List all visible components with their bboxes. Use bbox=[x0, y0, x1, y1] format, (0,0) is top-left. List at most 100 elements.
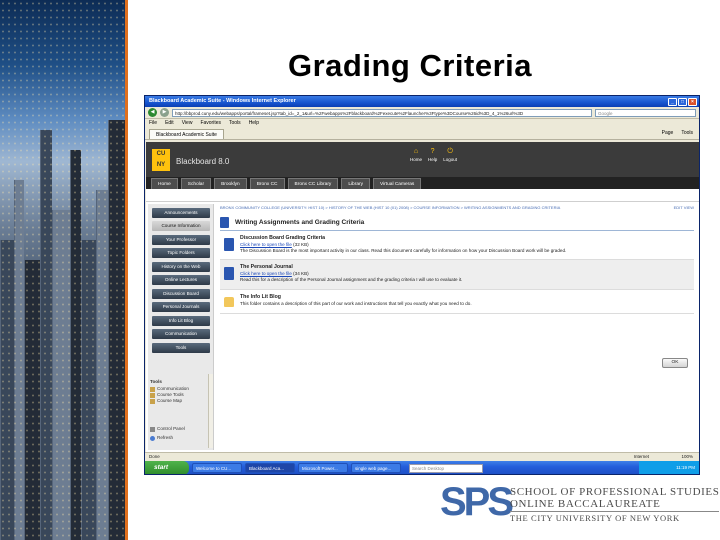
bb-logout-label: Logout bbox=[443, 157, 457, 162]
tools-panel-header: Tools bbox=[150, 379, 162, 384]
course-map-icon bbox=[150, 398, 155, 404]
control-panel-icon bbox=[150, 426, 155, 432]
bb-tab-virtual-cameras[interactable]: Virtual Cameras bbox=[373, 178, 422, 189]
status-zone: Internet bbox=[633, 454, 649, 459]
taskbar-item[interactable]: single web page... bbox=[351, 463, 401, 473]
taskbar-item[interactable]: Welcome to CU... bbox=[192, 463, 242, 473]
browser-status-bar: Done Internet 100% bbox=[145, 452, 699, 461]
back-icon[interactable]: ◀ bbox=[148, 108, 157, 117]
course-menu-personal-journals[interactable]: Personal Journals bbox=[152, 302, 210, 312]
course-menu-course-information[interactable]: Course Information bbox=[152, 221, 210, 231]
bb-tab-bar: Home Scholar Brooklyn Bronx CC Bronx CC … bbox=[146, 177, 699, 189]
url-input[interactable]: http://bbprod.cuny.edu/webapps/portal/fr… bbox=[172, 108, 592, 117]
menu-file[interactable]: File bbox=[149, 119, 157, 128]
content-item: Discussion Board Grading Criteria Click … bbox=[220, 231, 694, 261]
course-menu-your-professor[interactable]: Your Professor bbox=[152, 234, 210, 245]
menu-help[interactable]: Help bbox=[249, 119, 259, 128]
control-panel-links: Control Panel Refresh bbox=[150, 426, 210, 444]
maximize-button[interactable]: □ bbox=[678, 97, 687, 106]
bb-tab-bronx-cc-library[interactable]: Bronx CC Library bbox=[287, 178, 339, 189]
item-description: This folder contains a description of th… bbox=[240, 300, 472, 306]
content-area: BRONX COMMUNITY COLLEGE (UNIVERSITY: HIS… bbox=[220, 204, 694, 450]
bb-tab-home[interactable]: Home bbox=[151, 178, 178, 189]
forward-icon[interactable]: ▶ bbox=[160, 108, 169, 117]
slide: Grading Criteria Blackboard Academic Sui… bbox=[0, 0, 720, 540]
course-menu-communication[interactable]: Communication bbox=[152, 329, 210, 339]
menu-view[interactable]: View bbox=[182, 119, 193, 128]
file-icon bbox=[224, 267, 234, 281]
address-bar: ◀ ▶ http://bbprod.cuny.edu/webapps/porta… bbox=[145, 107, 699, 119]
file-icon bbox=[224, 238, 234, 251]
bb-top-links: ⌂ Home ? Help ⏻ Logout bbox=[410, 148, 457, 162]
browser-tab[interactable]: Blackboard Academic Suite bbox=[149, 128, 224, 139]
edit-view-link[interactable]: EDIT VIEW bbox=[674, 204, 694, 211]
menu-bar: File Edit View Favorites Tools Help bbox=[145, 119, 699, 128]
tools-menu-button[interactable]: Tools bbox=[681, 130, 693, 136]
course-menu-history-on-the-web[interactable]: History on the Web bbox=[152, 261, 210, 272]
taskbar-item[interactable]: Blackboard Aca... bbox=[245, 463, 295, 473]
university-name: THE CITY UNIVERSITY OF NEW YORK bbox=[510, 511, 720, 524]
bb-home-link[interactable]: ⌂ Home bbox=[410, 148, 422, 162]
breadcrumb-text[interactable]: BRONX COMMUNITY COLLEGE (UNIVERSITY: HIS… bbox=[220, 205, 560, 210]
system-tray: 11:19 PM bbox=[639, 461, 699, 474]
menu-tools[interactable]: Tools bbox=[229, 119, 241, 128]
bb-header: CU NY Blackboard 8.0 ⌂ Home ? Help ⏻ Log… bbox=[146, 142, 699, 177]
browser-search-input[interactable]: Google bbox=[595, 108, 696, 117]
sps-wordmark: SCHOOL OF PROFESSIONAL STUDIES ONLINE BA… bbox=[510, 486, 720, 524]
bb-logout-link[interactable]: ⏻ Logout bbox=[443, 148, 457, 162]
zoom-level[interactable]: 100% bbox=[681, 453, 693, 461]
content-item: The Personal Journal Click here to open … bbox=[220, 260, 694, 290]
ok-button[interactable]: OK bbox=[662, 358, 688, 368]
item-file-link[interactable]: Click here to open the file bbox=[240, 242, 292, 247]
bb-tab-library[interactable]: Library bbox=[341, 178, 370, 189]
bb-tab-scholar[interactable]: Scholar bbox=[180, 178, 212, 189]
item-file-link[interactable]: Click here to open the file bbox=[240, 271, 292, 276]
cuny-logo: CU NY bbox=[152, 149, 170, 171]
logout-icon: ⏻ bbox=[447, 148, 453, 155]
content-item[interactable]: The Info Lit Blog This folder contains a… bbox=[220, 290, 694, 314]
help-icon: ? bbox=[430, 148, 435, 155]
course-menu: Announcements Course Information Your Pr… bbox=[148, 204, 214, 450]
item-description: Read this for a description of the Perso… bbox=[240, 276, 463, 282]
minimize-button[interactable]: _ bbox=[668, 97, 677, 106]
course-menu-info-lit-blog[interactable]: Info Lit Blog bbox=[152, 315, 210, 326]
tools-panel-item[interactable]: Course Map bbox=[150, 398, 212, 404]
document-icon bbox=[220, 217, 229, 228]
control-panel-link[interactable]: Control Panel bbox=[150, 426, 210, 432]
communication-icon bbox=[150, 386, 155, 392]
school-name: SCHOOL OF PROFESSIONAL STUDIES bbox=[510, 486, 720, 498]
breadcrumb: BRONX COMMUNITY COLLEGE (UNIVERSITY: HIS… bbox=[220, 204, 694, 211]
bb-tab-brooklyn[interactable]: Brooklyn bbox=[214, 178, 247, 189]
accent-rule bbox=[125, 0, 128, 540]
item-file-size: (34 KB) bbox=[293, 271, 309, 277]
sps-logo: SPS bbox=[440, 482, 514, 524]
desktop-search-input[interactable]: Search Desktop bbox=[409, 463, 483, 473]
bb-tab-bronx-cc[interactable]: Bronx CC bbox=[249, 178, 285, 189]
start-button[interactable]: start bbox=[145, 461, 189, 474]
page-title: Writing Assignments and Grading Criteria bbox=[235, 219, 365, 226]
tools-panel-label: Course Map bbox=[157, 398, 183, 403]
taskbar-item[interactable]: Microsoft Power... bbox=[298, 463, 348, 473]
page-menu-button[interactable]: Page bbox=[662, 130, 674, 136]
clock: 11:19 PM bbox=[676, 465, 695, 470]
close-button[interactable]: × bbox=[688, 97, 697, 106]
refresh-link[interactable]: Refresh bbox=[150, 435, 210, 441]
status-text: Done bbox=[149, 454, 160, 459]
sps-logo-mark: SPS bbox=[440, 480, 514, 524]
course-menu-online-lectures[interactable]: Online Lectures bbox=[152, 275, 210, 285]
course-menu-tools[interactable]: Tools bbox=[152, 342, 210, 353]
menu-favorites[interactable]: Favorites bbox=[200, 119, 221, 128]
item-file-size: (32 KB) bbox=[293, 241, 309, 247]
tools-panel: Tools Communication Course Tools Course … bbox=[150, 379, 212, 404]
item-description: The Discussion Board is the most importa… bbox=[240, 247, 567, 253]
course-menu-topic-folders[interactable]: Topic Folders bbox=[152, 248, 210, 258]
bb-home-label: Home bbox=[409, 157, 422, 162]
course-menu-announcements[interactable]: Announcements bbox=[152, 207, 210, 218]
menu-edit[interactable]: Edit bbox=[165, 119, 174, 128]
bb-product-name: Blackboard 8.0 bbox=[176, 157, 230, 166]
control-panel-label: Control Panel bbox=[157, 426, 185, 431]
page-header: Writing Assignments and Grading Criteria bbox=[220, 215, 694, 231]
slide-title: Grading Criteria bbox=[288, 48, 532, 83]
course-menu-discussion-board[interactable]: Discussion Board bbox=[152, 288, 210, 299]
bb-help-link[interactable]: ? Help bbox=[428, 148, 437, 162]
